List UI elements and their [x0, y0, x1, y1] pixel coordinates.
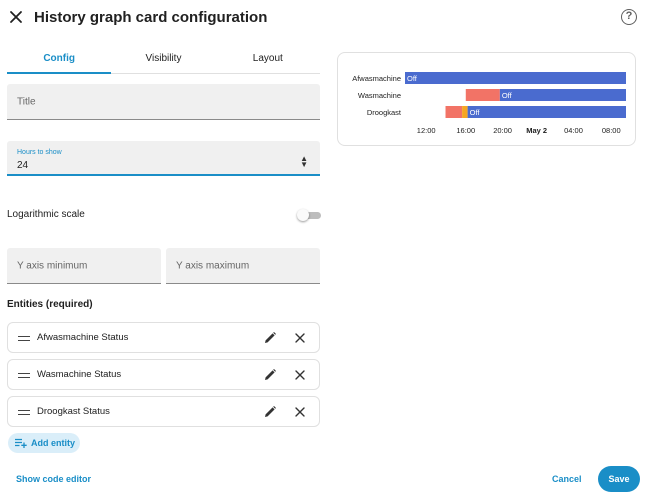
- title-field[interactable]: Title: [7, 84, 320, 120]
- timeline-segment-on[interactable]: [445, 106, 463, 118]
- hours-to-show-value: 24: [17, 160, 29, 171]
- title-placeholder: Title: [17, 96, 36, 107]
- remove-icon-glyph: [295, 370, 305, 380]
- timeline-segment-label: Off: [407, 74, 418, 83]
- help-circle-icon[interactable]: ?: [621, 9, 637, 25]
- y-axis-min-field[interactable]: Y axis minimum: [7, 248, 161, 284]
- x-axis-tick-label: 12:00: [417, 126, 436, 135]
- show-code-editor-button[interactable]: Show code editor: [16, 474, 91, 484]
- remove-icon[interactable]: [293, 405, 307, 419]
- close-icon-glyph: [10, 11, 22, 23]
- history-graph-preview: Afwasmachine Wasmachine Droogkast Off Off Off…: [337, 52, 636, 146]
- dialog-title: History graph card configuration: [34, 9, 268, 26]
- x-axis-tick-label: 16:00: [456, 126, 475, 135]
- add-entity-button[interactable]: Add entity: [8, 433, 80, 453]
- tab-config[interactable]: Config: [7, 46, 112, 74]
- timeline-segment-label: Off: [502, 91, 513, 100]
- pencil-icon-glyph: [265, 369, 276, 380]
- timeline-segment-on[interactable]: [465, 89, 500, 101]
- timeline-row-label: Droogkast: [367, 108, 402, 117]
- tab-layout[interactable]: Layout: [216, 46, 320, 73]
- drag-handle-icon[interactable]: [18, 373, 30, 378]
- x-axis-tick-label: 08:00: [602, 126, 621, 135]
- add-entity-label: Add entity: [31, 438, 75, 448]
- x-axis-tick-label: 04:00: [564, 126, 583, 135]
- timeline-row-label: Afwasmachine: [352, 74, 401, 83]
- timeline-row-label: Wasmachine: [358, 91, 401, 100]
- card-config-dialog: History graph card configuration ? Confi…: [0, 0, 647, 500]
- log-scale-toggle[interactable]: [297, 209, 321, 221]
- playlist-add-icon: [15, 438, 27, 448]
- hours-to-show-field[interactable]: Hours to show 24 ▲ ▼: [7, 141, 320, 176]
- drag-handle-icon[interactable]: [18, 410, 30, 415]
- entity-row: Afwasmachine Status: [7, 322, 320, 353]
- remove-icon[interactable]: [293, 368, 307, 382]
- entity-name: Droogkast Status: [37, 406, 110, 417]
- x-axis-tick-label: 20:00: [493, 126, 512, 135]
- pencil-icon[interactable]: [263, 405, 277, 419]
- y-axis-max-placeholder: Y axis maximum: [176, 260, 250, 271]
- remove-icon-glyph: [295, 333, 305, 343]
- timeline-segment-other[interactable]: [462, 106, 468, 118]
- remove-icon-glyph: [295, 407, 305, 417]
- x-axis-tick-label: May 2: [526, 126, 547, 135]
- hours-to-show-label: Hours to show: [17, 149, 62, 156]
- entities-heading: Entities (required): [7, 299, 93, 310]
- tab-visibility[interactable]: Visibility: [111, 46, 215, 73]
- drag-handle-icon[interactable]: [18, 336, 30, 341]
- log-scale-label: Logarithmic scale: [7, 209, 85, 220]
- pencil-icon[interactable]: [263, 368, 277, 382]
- pencil-icon-glyph: [265, 406, 276, 417]
- entity-name: Afwasmachine Status: [37, 332, 129, 343]
- toggle-knob: [297, 209, 309, 221]
- entity-name: Wasmachine Status: [37, 369, 122, 380]
- timeline-segment-label: Off: [470, 108, 481, 117]
- number-spinner-icon[interactable]: ▲ ▼: [300, 155, 308, 169]
- entity-row: Wasmachine Status: [7, 359, 320, 390]
- y-axis-min-placeholder: Y axis minimum: [17, 260, 88, 271]
- history-timeline-chart: Afwasmachine Wasmachine Droogkast Off Off Off…: [352, 72, 626, 135]
- save-button[interactable]: Save: [598, 466, 640, 492]
- entity-row: Droogkast Status: [7, 396, 320, 427]
- timeline-segment-off[interactable]: [405, 72, 626, 84]
- remove-icon[interactable]: [293, 331, 307, 345]
- cancel-button[interactable]: Cancel: [552, 474, 582, 484]
- y-axis-max-field[interactable]: Y axis maximum: [166, 248, 320, 284]
- close-icon[interactable]: [6, 7, 26, 27]
- timeline-segment-off[interactable]: [499, 89, 626, 101]
- pencil-icon-glyph: [265, 332, 276, 343]
- pencil-icon[interactable]: [263, 331, 277, 345]
- timeline-segment-off[interactable]: [467, 106, 626, 118]
- tab-bar: Config Visibility Layout: [7, 46, 320, 74]
